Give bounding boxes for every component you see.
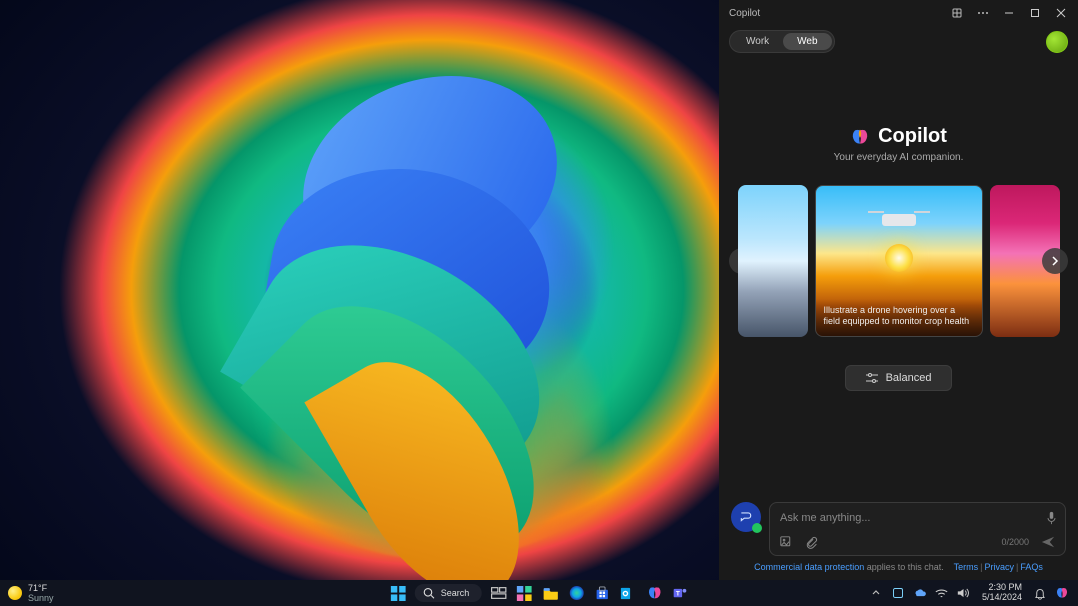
carousel-main-caption: Illustrate a drone hovering over a field… — [816, 299, 982, 336]
scope-tab-group: Work Web — [729, 30, 835, 53]
copilot-input-area: 0/2000 Commercial data protection applie… — [719, 494, 1078, 580]
teams-button[interactable]: T — [669, 582, 691, 604]
copilot-tagline: Your everyday AI companion. — [834, 152, 964, 163]
file-explorer-button[interactable] — [539, 582, 561, 604]
conversation-style-label: Balanced — [886, 372, 932, 384]
taskbar-clock[interactable]: 2:30 PM 5/14/2024 — [978, 583, 1026, 603]
maximize-button[interactable] — [1022, 0, 1048, 26]
system-tray: 2:30 PM 5/14/2024 — [868, 583, 1070, 603]
copilot-body: Copilot Your everyday AI companion. Illu… — [719, 55, 1078, 494]
clock-date: 5/14/2024 — [982, 593, 1022, 603]
taskbar-search[interactable]: Search — [415, 584, 482, 602]
weather-icon — [8, 586, 22, 600]
faqs-link[interactable]: FAQs — [1020, 562, 1043, 572]
widgets-button[interactable] — [513, 582, 535, 604]
chat-input[interactable] — [780, 512, 1046, 524]
carousel-card-left[interactable] — [738, 185, 808, 337]
privacy-link[interactable]: Privacy — [984, 562, 1014, 572]
protection-link[interactable]: Commercial data protection — [754, 562, 864, 572]
tray-overflow-icon[interactable] — [868, 585, 884, 601]
terms-link[interactable]: Terms — [954, 562, 979, 572]
microphone-icon[interactable] — [1046, 511, 1057, 525]
image-search-icon[interactable] — [780, 536, 793, 549]
tab-web[interactable]: Web — [783, 33, 831, 50]
copilot-taskbar-button[interactable] — [643, 582, 665, 604]
suggestions-carousel: Illustrate a drone hovering over a field… — [719, 181, 1078, 341]
copilot-tray-icon[interactable] — [1054, 585, 1070, 601]
copilot-brand-name: Copilot — [878, 125, 947, 148]
new-topic-button[interactable] — [731, 502, 761, 532]
svg-text:T: T — [676, 590, 680, 597]
taskbar: 71°F Sunny Search — [0, 580, 1078, 606]
search-icon — [423, 587, 435, 599]
minimize-button[interactable] — [996, 0, 1022, 26]
send-button[interactable] — [1041, 535, 1055, 549]
copilot-window-title: Copilot — [729, 8, 944, 19]
desktop-wallpaper — [0, 0, 719, 580]
outlook-button[interactable] — [617, 582, 639, 604]
char-count: 0/2000 — [1001, 537, 1029, 547]
close-button[interactable] — [1048, 0, 1074, 26]
plugins-icon[interactable] — [944, 0, 970, 26]
copilot-logo-icon — [850, 127, 870, 147]
attachment-icon[interactable] — [805, 536, 818, 549]
taskbar-search-label: Search — [441, 588, 470, 598]
notifications-icon[interactable] — [1032, 585, 1048, 601]
taskbar-weather[interactable]: 71°F Sunny — [8, 583, 54, 603]
task-view-button[interactable] — [487, 582, 509, 604]
network-icon[interactable] — [934, 585, 950, 601]
taskbar-center: Search T — [387, 582, 692, 604]
drone-graphic — [882, 214, 916, 226]
chat-input-box: 0/2000 — [769, 502, 1066, 556]
sun-graphic — [885, 244, 913, 272]
conversation-style-button[interactable]: Balanced — [845, 365, 953, 391]
tray-app-icon[interactable] — [890, 585, 906, 601]
carousel-card-main[interactable]: Illustrate a drone hovering over a field… — [815, 185, 983, 337]
weather-temp: 71°F — [28, 583, 54, 593]
volume-icon[interactable] — [956, 585, 972, 601]
sliders-icon — [866, 373, 878, 383]
onedrive-icon[interactable] — [912, 585, 928, 601]
store-button[interactable] — [591, 582, 613, 604]
copilot-panel: Copilot Work Web — [719, 0, 1078, 580]
weather-condition: Sunny — [28, 593, 54, 603]
copilot-logo: Copilot — [850, 125, 947, 148]
edge-button[interactable] — [565, 582, 587, 604]
copilot-header: Work Web — [719, 26, 1078, 55]
user-avatar[interactable] — [1046, 31, 1068, 53]
carousel-next-button[interactable] — [1042, 248, 1068, 274]
copilot-footer: Commercial data protection applies to th… — [731, 556, 1066, 576]
start-button[interactable] — [387, 582, 409, 604]
protection-suffix: applies to this chat. — [864, 562, 944, 572]
copilot-titlebar: Copilot — [719, 0, 1078, 26]
tab-work[interactable]: Work — [732, 33, 783, 50]
more-icon[interactable] — [970, 0, 996, 26]
